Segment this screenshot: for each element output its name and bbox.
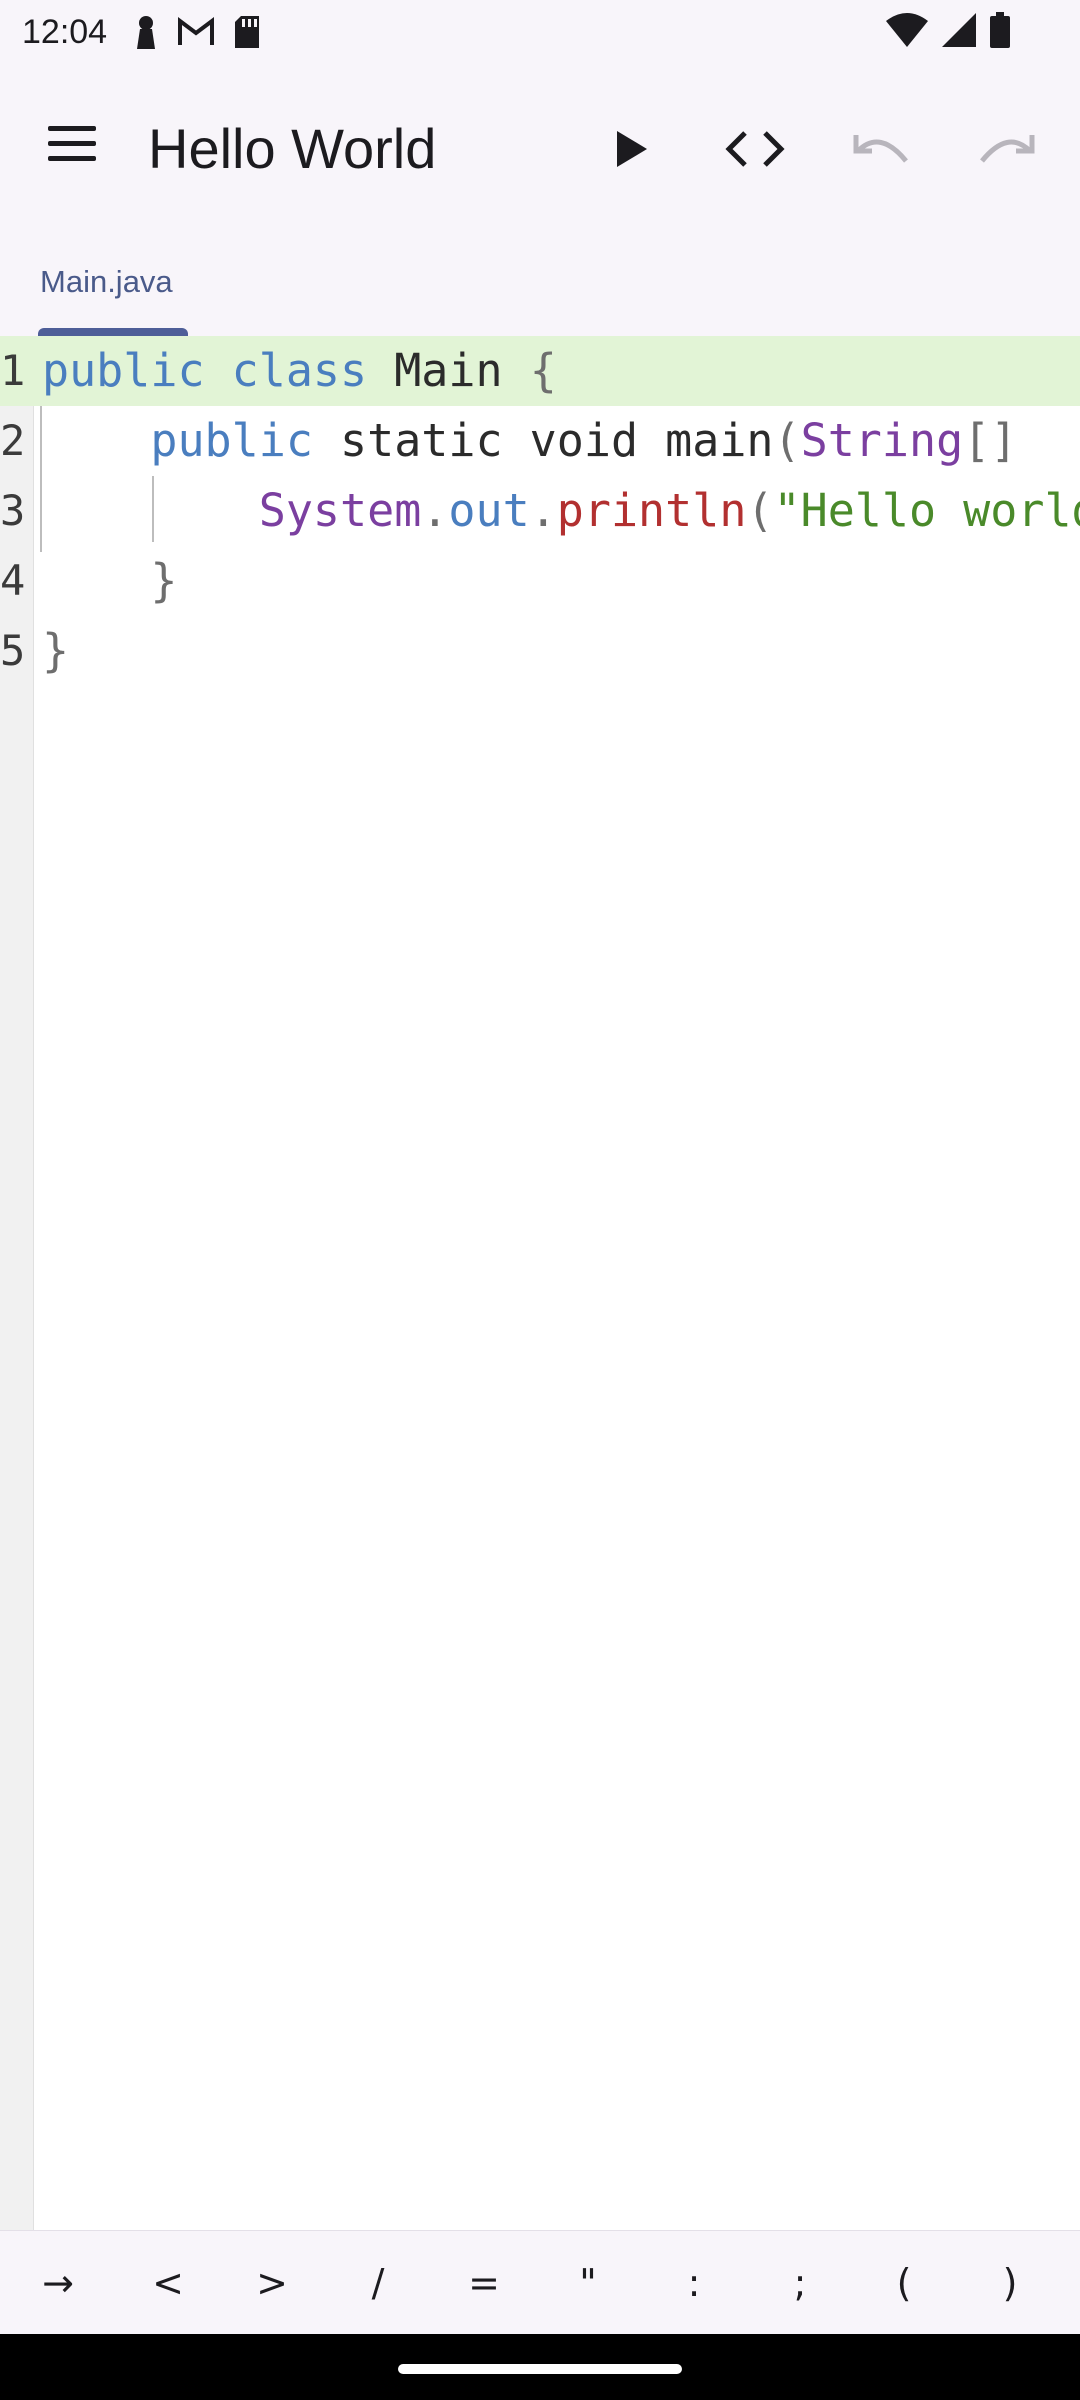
- code-token: .: [529, 484, 557, 537]
- wifi-icon: [886, 13, 928, 47]
- code-token: .: [421, 484, 449, 537]
- line-number: 1: [0, 346, 26, 395]
- home-gesture-handle[interactable]: [398, 2364, 682, 2374]
- person-icon: [137, 16, 156, 49]
- code-token: []: [963, 414, 1018, 467]
- code-token: public: [42, 344, 232, 397]
- symbol-colon[interactable]: :: [642, 2231, 746, 2335]
- line-number: 5: [0, 626, 26, 675]
- code-token: (: [746, 484, 774, 537]
- notification-icons: [133, 15, 261, 49]
- code-editor[interactable]: 1 public class Main { 2 public static vo…: [0, 336, 1080, 2230]
- code-text: public static void main(String[]: [42, 406, 1017, 476]
- sd-card-icon: [235, 16, 260, 48]
- active-tab-indicator: [38, 328, 188, 336]
- menu-icon[interactable]: [48, 126, 100, 166]
- code-text: public class Main {: [42, 336, 557, 406]
- code-token: static void main: [340, 414, 774, 467]
- code-token: String: [800, 414, 964, 467]
- line-number: 4: [0, 556, 26, 605]
- code-view-button[interactable]: [720, 114, 790, 184]
- code-text: }: [42, 616, 69, 686]
- code-icon: [725, 131, 785, 167]
- code-token: println: [556, 484, 747, 537]
- indent-guide: [40, 406, 42, 552]
- status-time: 12:04: [22, 12, 108, 51]
- redo-button[interactable]: [972, 114, 1042, 184]
- symbol-close-paren[interactable]: ): [958, 2231, 1062, 2335]
- code-line[interactable]: 2 public static void main(String[]: [0, 406, 1080, 476]
- code-line[interactable]: 4 }: [0, 546, 1080, 616]
- symbol-equals[interactable]: =: [432, 2231, 536, 2335]
- symbol-bar: → < > / = " : ; ( ): [0, 2230, 1080, 2334]
- gmail-icon: [178, 17, 215, 45]
- code-token: class: [231, 344, 395, 397]
- play-icon: [617, 131, 647, 167]
- undo-icon: [853, 135, 908, 163]
- run-button[interactable]: [596, 114, 666, 184]
- code-token: }: [42, 624, 70, 677]
- code-token: out: [448, 484, 530, 537]
- tab-label: Main.java: [40, 264, 173, 299]
- symbol-slash[interactable]: /: [326, 2231, 430, 2335]
- signal-icon: [942, 13, 976, 47]
- symbol-less-than[interactable]: <: [116, 2231, 220, 2335]
- battery-icon: [990, 12, 1010, 48]
- code-token: {: [529, 344, 557, 397]
- indent-guide: [152, 476, 154, 542]
- symbol-tab-key[interactable]: →: [6, 2231, 110, 2335]
- tab-main-java[interactable]: Main.java: [0, 232, 226, 336]
- code-line[interactable]: 5 }: [0, 616, 1080, 686]
- code-line[interactable]: 1 public class Main {: [0, 336, 1080, 406]
- redo-icon: [980, 135, 1035, 163]
- line-number: 2: [0, 416, 26, 465]
- symbol-semicolon[interactable]: ;: [748, 2231, 852, 2335]
- code-text: }: [42, 546, 177, 616]
- code-token: (: [773, 414, 801, 467]
- file-tabs: Main.java: [0, 232, 1080, 336]
- status-bar: 12:04: [0, 0, 1080, 64]
- symbol-greater-than[interactable]: >: [220, 2231, 324, 2335]
- symbol-quote[interactable]: ": [536, 2231, 640, 2335]
- line-number: 3: [0, 486, 26, 535]
- symbol-open-paren[interactable]: (: [852, 2231, 956, 2335]
- code-token: }: [150, 554, 178, 607]
- code-text: System.out.println("Hello world: [42, 476, 1080, 546]
- code-token: public: [150, 414, 341, 467]
- project-title: Hello World: [148, 117, 437, 180]
- code-token: System: [258, 484, 422, 537]
- app-bar: Hello World: [0, 64, 1080, 232]
- code-token: Main: [394, 344, 530, 397]
- undo-button[interactable]: [846, 114, 916, 184]
- navigation-bar: [0, 2334, 1080, 2400]
- system-icons: [886, 12, 1010, 48]
- code-token: "Hello world: [773, 484, 1080, 537]
- code-line[interactable]: 3 System.out.println("Hello world: [0, 476, 1080, 546]
